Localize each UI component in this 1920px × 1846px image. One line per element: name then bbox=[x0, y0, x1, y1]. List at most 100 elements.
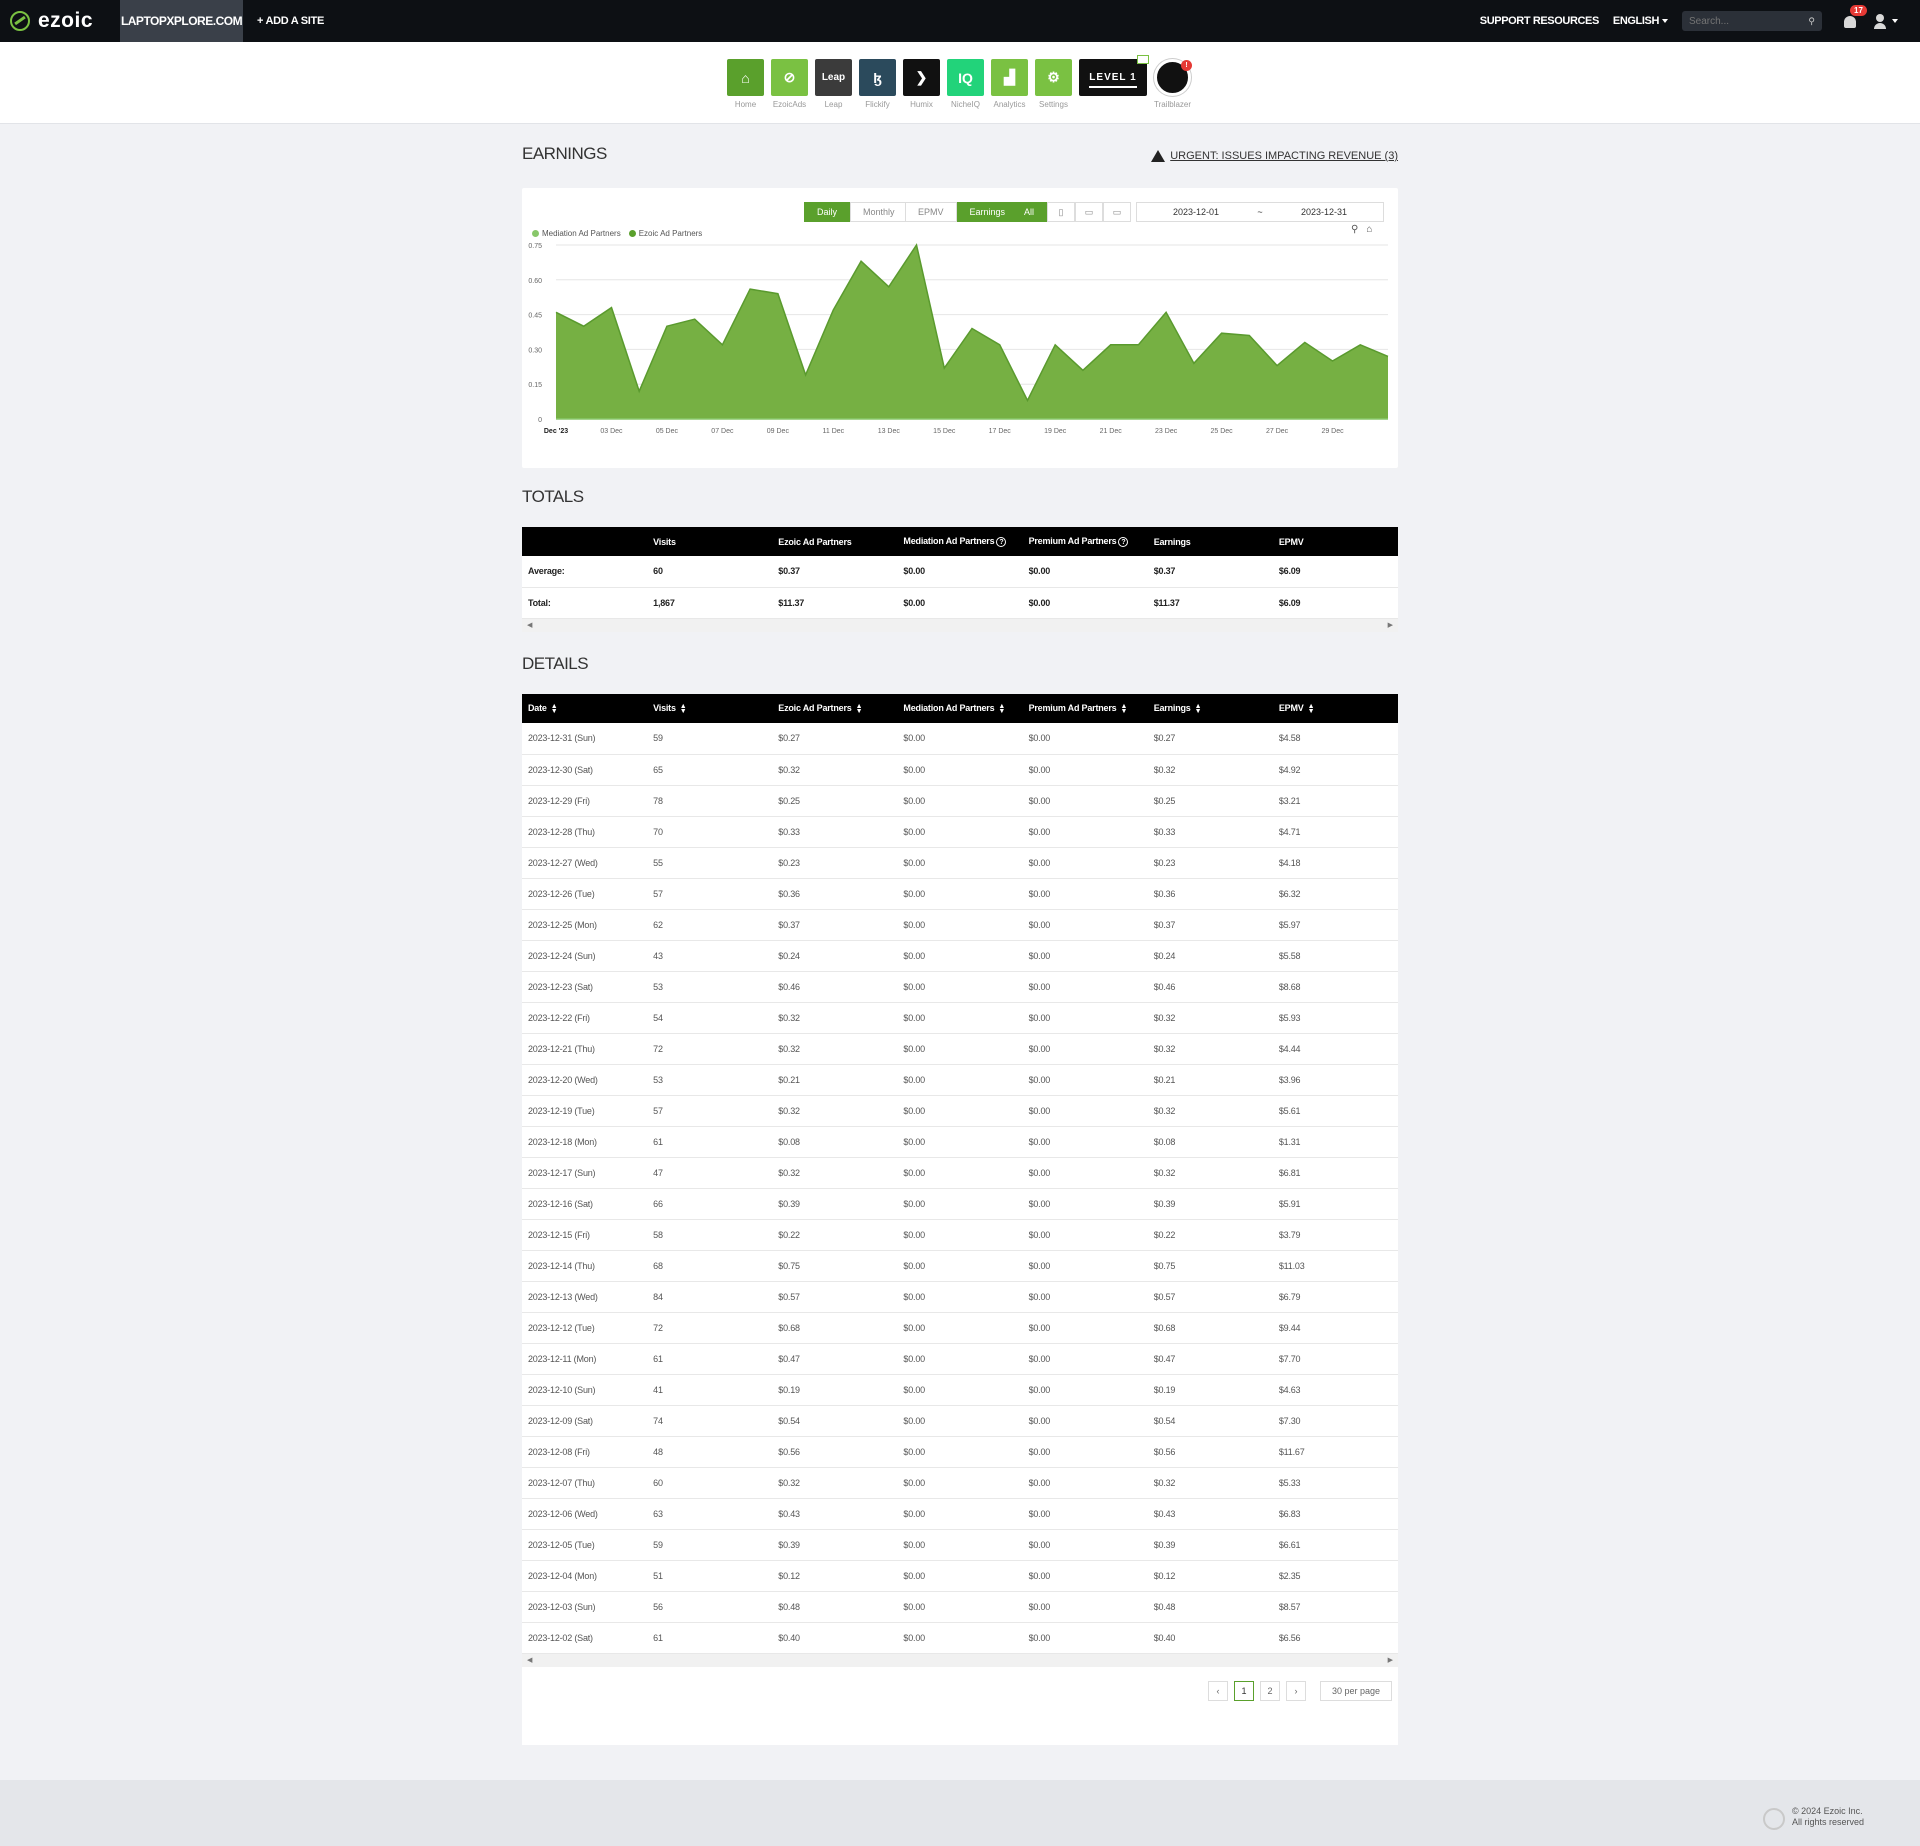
nav-home[interactable]: ⌂ Home bbox=[727, 59, 764, 109]
table-cell: $8.68 bbox=[1272, 971, 1398, 1003]
table-cell: 2023-12-10 (Sun) bbox=[522, 1374, 648, 1406]
sort-icon[interactable]: ▲ ▼ bbox=[856, 703, 863, 715]
search-input[interactable] bbox=[1689, 15, 1789, 27]
ezoic-logo[interactable]: ezoic bbox=[0, 0, 120, 42]
sort-icon[interactable]: ▲ ▼ bbox=[998, 703, 1005, 715]
earnings-title: EARNINGS bbox=[522, 144, 607, 163]
help-icon[interactable]: ? bbox=[996, 537, 1007, 547]
search-box[interactable]: ⚲ bbox=[1682, 11, 1822, 31]
sort-icon[interactable]: ▲ ▼ bbox=[551, 703, 558, 715]
column-header[interactable]: Visits ▲ ▼ bbox=[647, 694, 773, 723]
column-header[interactable]: Premium Ad Partners ▲ ▼ bbox=[1022, 694, 1148, 723]
table-cell: $0.32 bbox=[772, 1157, 898, 1189]
table-cell: $5.91 bbox=[1272, 1188, 1398, 1220]
horizontal-scrollbar[interactable]: ◀ ▶ bbox=[522, 1653, 1398, 1667]
sort-icon[interactable]: ▲ ▼ bbox=[1195, 703, 1202, 715]
user-menu[interactable] bbox=[1874, 13, 1898, 29]
scroll-right-icon[interactable]: ▶ bbox=[1388, 621, 1393, 629]
level-icon: LEVEL 1 bbox=[1079, 55, 1149, 96]
top-bar: ezoic LAPTOPXPLORE.COM + ADD A SITE SUPP… bbox=[0, 0, 1920, 42]
scroll-left-icon[interactable]: ◀ bbox=[527, 621, 532, 629]
column-header: Visits bbox=[647, 527, 773, 556]
column-header-label: Ezoic Ad Partners bbox=[778, 536, 852, 547]
table-cell: $0.00 bbox=[897, 1622, 1023, 1654]
prev-page-button[interactable]: ‹ bbox=[1208, 1681, 1228, 1701]
scroll-right-icon[interactable]: ▶ bbox=[1388, 1656, 1393, 1664]
table-cell: $0.00 bbox=[1022, 1219, 1148, 1251]
logo-text: ezoic bbox=[38, 9, 94, 32]
column-header-label: Earnings bbox=[1153, 536, 1191, 547]
nav-analytics[interactable]: ▟ Analytics bbox=[991, 59, 1028, 109]
table-row: 2023-12-29 (Fri) 78 $0.25 $0.00 $0.00 $0.25 $3… bbox=[522, 785, 1398, 817]
site-selector[interactable]: LAPTOPXPLORE.COM bbox=[120, 0, 243, 42]
table-cell: $0.23 bbox=[772, 847, 898, 879]
table-cell: $0.32 bbox=[772, 1002, 898, 1034]
nav-nicheiq[interactable]: IQ NicheIQ bbox=[947, 59, 984, 109]
column-header[interactable]: Date ▲ ▼ bbox=[522, 694, 648, 723]
column-header-label: Earnings bbox=[1153, 703, 1191, 714]
table-cell: 2023-12-08 (Fri) bbox=[522, 1436, 648, 1468]
chevron-down-icon bbox=[1662, 19, 1668, 24]
y-tick-label: 0.75 bbox=[528, 243, 542, 250]
notifications-button[interactable]: 17 bbox=[1842, 5, 1867, 29]
table-cell: Total: bbox=[522, 587, 648, 619]
support-resources-link[interactable]: SUPPORT RESOURCES bbox=[1480, 15, 1600, 27]
urgent-issues-link[interactable]: URGENT: ISSUES IMPACTING REVENUE (3) bbox=[1151, 150, 1398, 162]
table-cell: $0.36 bbox=[1147, 878, 1273, 910]
table-cell: 2023-12-20 (Wed) bbox=[522, 1064, 648, 1096]
x-tick-label: Dec '23 bbox=[544, 428, 568, 435]
nav-flickify[interactable]: ɮ Flickify bbox=[859, 59, 896, 109]
nav-leap[interactable]: Leap Leap bbox=[815, 59, 852, 109]
horizontal-scrollbar[interactable]: ◀ ▶ bbox=[522, 618, 1398, 632]
table-cell: $0.25 bbox=[772, 785, 898, 817]
column-header[interactable]: Ezoic Ad Partners ▲ ▼ bbox=[772, 694, 898, 723]
nav-ezoicads[interactable]: ⊘ EzoicAds bbox=[771, 59, 808, 109]
nav-trailblazer[interactable]: ! Trailblazer bbox=[1154, 59, 1192, 109]
table-row: 2023-12-27 (Wed) 55 $0.23 $0.00 $0.00 $0.23 $4… bbox=[522, 847, 1398, 879]
table-cell: $0.00 bbox=[1022, 1126, 1148, 1158]
table-cell: $0.39 bbox=[1147, 1188, 1273, 1220]
table-cell: $8.57 bbox=[1272, 1591, 1398, 1623]
table-cell: $0.00 bbox=[897, 587, 1023, 619]
sort-icon[interactable]: ▲ ▼ bbox=[1308, 703, 1315, 715]
warning-icon bbox=[1151, 150, 1166, 162]
column-header-label: Ezoic Ad Partners bbox=[778, 703, 852, 714]
table-cell: $0.32 bbox=[1147, 1095, 1273, 1127]
table-cell: $6.61 bbox=[1272, 1529, 1398, 1561]
search-icon[interactable]: ⚲ bbox=[1808, 16, 1815, 27]
table-cell: $0.54 bbox=[772, 1405, 898, 1437]
add-site-link[interactable]: + ADD A SITE bbox=[257, 15, 324, 27]
column-header[interactable]: Earnings ▲ ▼ bbox=[1147, 694, 1273, 723]
column-header[interactable]: EPMV ▲ ▼ bbox=[1272, 694, 1398, 723]
page-1-button[interactable]: 1 bbox=[1234, 1681, 1254, 1701]
table-cell: 51 bbox=[647, 1560, 773, 1592]
table-cell: 47 bbox=[647, 1157, 773, 1189]
table-cell: $0.00 bbox=[1022, 1281, 1148, 1313]
table-cell: $0.40 bbox=[1147, 1622, 1273, 1654]
table-cell: $11.37 bbox=[772, 587, 898, 619]
column-header[interactable]: Mediation Ad Partners ▲ ▼ bbox=[897, 694, 1023, 723]
table-cell: $0.39 bbox=[772, 1529, 898, 1561]
nav-settings[interactable]: ⚙ Settings bbox=[1035, 59, 1072, 109]
language-selector[interactable]: ENGLISH bbox=[1613, 15, 1668, 27]
table-row: 2023-12-30 (Sat) 65 $0.32 $0.00 $0.00 $0.32 $4… bbox=[522, 754, 1398, 786]
page-2-button[interactable]: 2 bbox=[1260, 1681, 1280, 1701]
table-cell: $4.44 bbox=[1272, 1033, 1398, 1065]
level-badge[interactable]: LEVEL 1 bbox=[1079, 55, 1149, 109]
help-icon[interactable]: ? bbox=[1118, 537, 1129, 547]
scroll-left-icon[interactable]: ◀ bbox=[527, 1656, 532, 1664]
table-cell: $0.00 bbox=[1022, 1250, 1148, 1282]
per-page-label: 30 per page bbox=[1331, 1686, 1381, 1696]
table-cell: 72 bbox=[647, 1312, 773, 1344]
table-cell: $0.00 bbox=[897, 1436, 1023, 1468]
next-page-button[interactable]: › bbox=[1286, 1681, 1306, 1701]
table-cell: $11.03 bbox=[1272, 1250, 1398, 1282]
user-icon bbox=[1874, 13, 1886, 29]
sort-icon[interactable]: ▲ ▼ bbox=[1120, 703, 1127, 715]
nav-humix[interactable]: ❯ Humix bbox=[903, 59, 940, 109]
table-row: 2023-12-25 (Mon) 62 $0.37 $0.00 $0.00 $0.37 $5… bbox=[522, 909, 1398, 941]
sort-icon[interactable]: ▲ ▼ bbox=[680, 703, 687, 715]
x-tick-label: 05 Dec bbox=[656, 428, 679, 435]
per-page-select[interactable]: 30 per page bbox=[1320, 1681, 1392, 1701]
x-tick-label: 23 Dec bbox=[1155, 428, 1178, 435]
